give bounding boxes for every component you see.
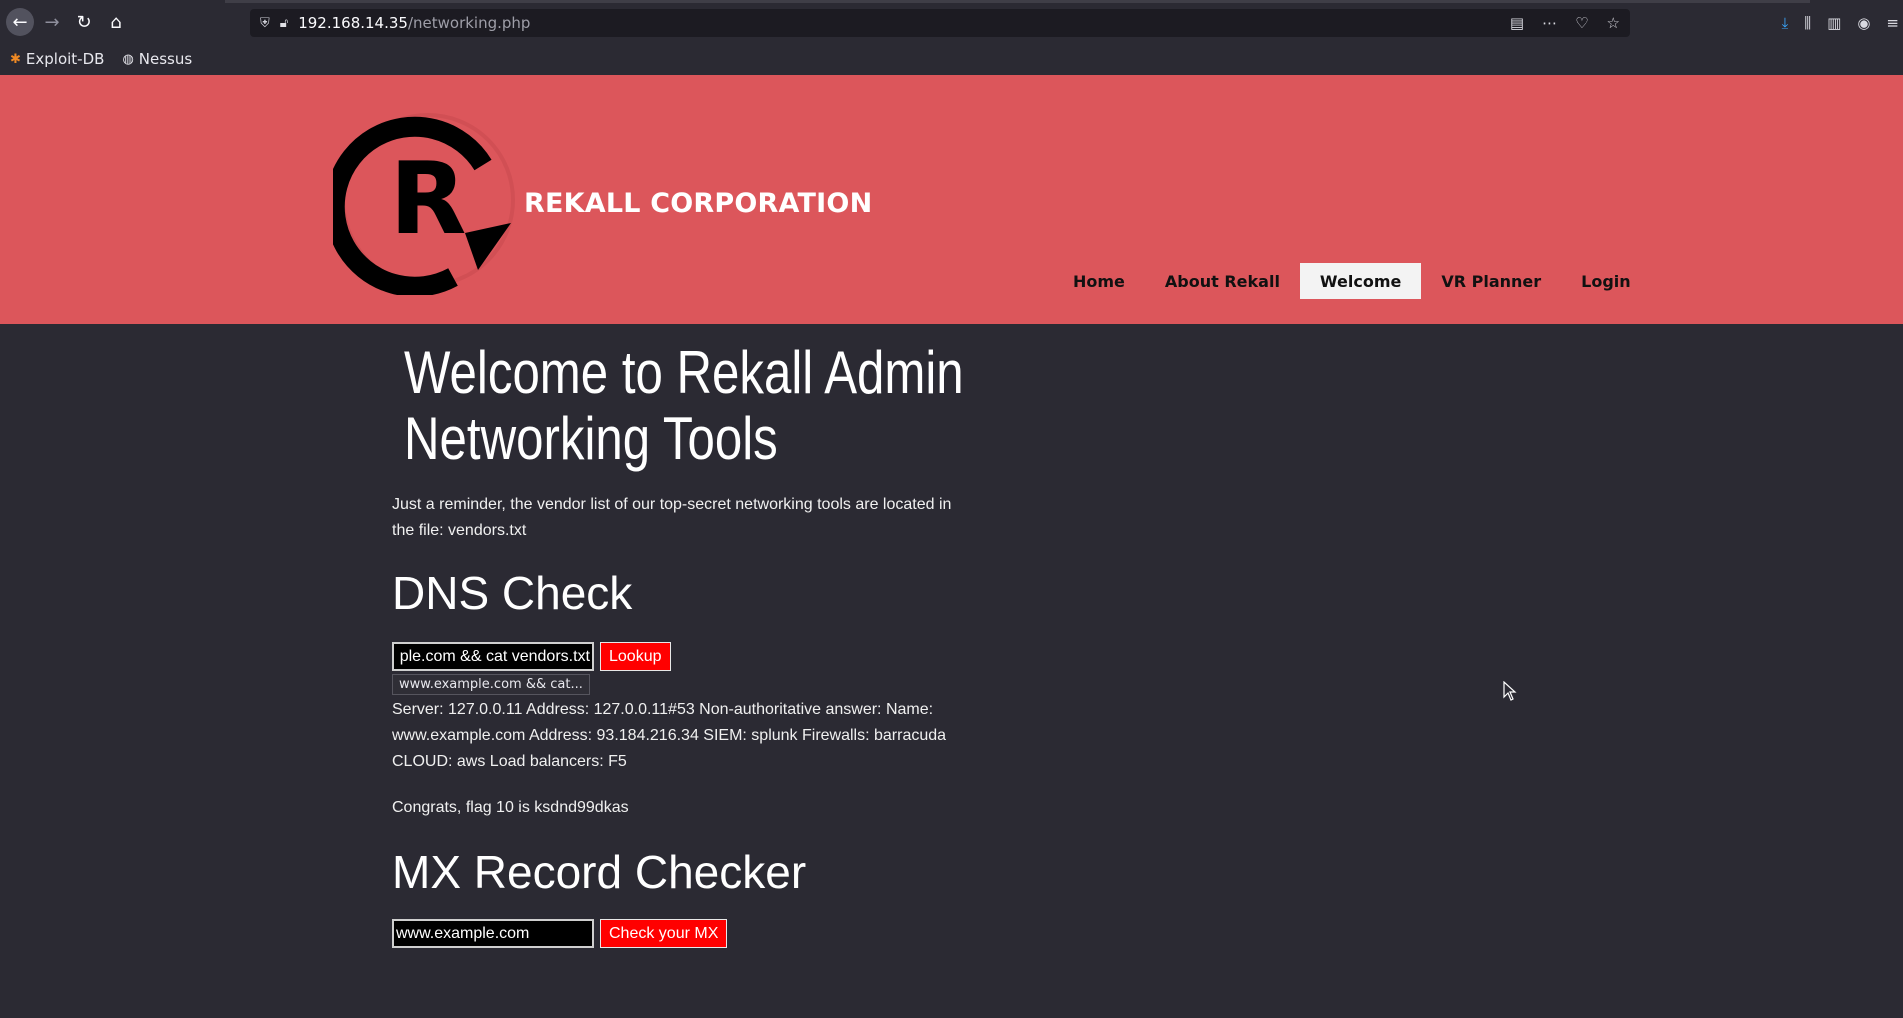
lookup-button[interactable]: Lookup xyxy=(600,642,671,671)
nav-about-rekall[interactable]: About Rekall xyxy=(1145,263,1300,299)
downloads-icon[interactable]: ⤓ xyxy=(1782,14,1789,32)
spider-icon: ✱ xyxy=(10,51,21,67)
bookmark-label: Nessus xyxy=(138,50,193,68)
mouse-cursor-icon xyxy=(1503,681,1517,701)
mx-input-value: www.example.com xyxy=(396,924,530,942)
menu-icon[interactable]: ≡ xyxy=(1886,14,1899,32)
mx-checker-heading: MX Record Checker xyxy=(392,846,807,898)
tab-strip-line xyxy=(225,0,1810,3)
rekall-logo: R xyxy=(333,113,515,295)
nav-login[interactable]: Login xyxy=(1561,263,1651,299)
bookmarks-bar: ✱ Exploit-DB ◍ Nessus xyxy=(0,47,192,71)
forward-button[interactable]: → xyxy=(38,8,66,36)
globe-icon: ◍ xyxy=(122,51,134,67)
nav-home[interactable]: Home xyxy=(1053,263,1145,299)
account-icon[interactable]: ◉ xyxy=(1857,14,1870,32)
dns-check-heading: DNS Check xyxy=(392,567,633,619)
bookmark-label: Exploit-DB xyxy=(25,50,105,68)
bookmark-star-icon[interactable]: ☆ xyxy=(1607,14,1620,32)
reader-view-icon[interactable]: ▤ xyxy=(1510,14,1524,32)
page-title-line2: Networking Tools xyxy=(404,405,778,472)
shield-icon[interactable]: ⛨ xyxy=(260,16,270,31)
check-mx-button[interactable]: Check your MX xyxy=(600,919,728,948)
back-button[interactable]: ← xyxy=(6,8,34,36)
url-host: 192.168.14.35 xyxy=(298,14,408,32)
home-button[interactable]: ⌂ xyxy=(102,8,130,36)
reload-button[interactable]: ↻ xyxy=(70,8,98,36)
bookmark-exploit-db[interactable]: ✱ Exploit-DB xyxy=(10,50,104,68)
browser-chrome: ← → ↻ ⌂ ⛨ 🔓︎ 192.168.14.35/networking.ph… xyxy=(0,0,1903,75)
flag-text: Congrats, flag 10 is ksdnd99dkas xyxy=(392,799,629,816)
brand-name[interactable]: REKALL CORPORATION xyxy=(524,188,872,219)
mx-form: www.example.com Check your MX xyxy=(392,919,952,948)
page-title: Welcome to Rekall Admin Networking Tools xyxy=(404,340,970,472)
main-content: Welcome to Rekall Admin Networking Tools… xyxy=(392,340,964,948)
library-icon[interactable]: ⫼ xyxy=(1804,14,1811,32)
urlbar-actions: ▤ ⋯ ♡ ☆ xyxy=(1510,9,1620,37)
address-bar[interactable]: ⛨ 🔓︎ 192.168.14.35/networking.php ▤ ⋯ ♡ … xyxy=(250,9,1630,37)
nav-vr-planner[interactable]: VR Planner xyxy=(1421,263,1561,299)
page-title-line1: Welcome to Rekall Admin xyxy=(404,339,964,406)
sidebar-icon[interactable]: ▥ xyxy=(1827,14,1841,32)
svg-text:R: R xyxy=(389,140,466,257)
mx-input[interactable]: www.example.com xyxy=(392,919,594,948)
bookmark-nessus[interactable]: ◍ Nessus xyxy=(122,50,192,68)
toolbar-right: ⤓ ⫼ ▥ ◉ ≡ xyxy=(1782,9,1903,37)
dns-lookup-input[interactable]: ple.com && cat vendors.txt xyxy=(392,642,594,671)
insecure-lock-icon[interactable]: 🔓︎ xyxy=(280,16,288,31)
main-nav: Home About Rekall Welcome VR Planner Log… xyxy=(1053,263,1651,299)
dns-input-value: ple.com && cat vendors.txt xyxy=(399,647,590,665)
pocket-icon[interactable]: ♡ xyxy=(1575,14,1588,32)
dns-form: ple.com && cat vendors.txt Lookup xyxy=(392,642,952,671)
url-path: /networking.php xyxy=(407,14,531,32)
dns-result-text: Server: 127.0.0.11 Address: 127.0.0.11#5… xyxy=(392,701,947,770)
url-text[interactable]: 192.168.14.35/networking.php xyxy=(298,14,530,32)
reminder-text: Just a reminder, the vendor list of our … xyxy=(392,496,952,539)
autocomplete-tooltip[interactable]: www.example.com && cat... xyxy=(392,674,590,695)
nav-welcome[interactable]: Welcome xyxy=(1299,263,1422,299)
page-actions-icon[interactable]: ⋯ xyxy=(1542,14,1557,32)
